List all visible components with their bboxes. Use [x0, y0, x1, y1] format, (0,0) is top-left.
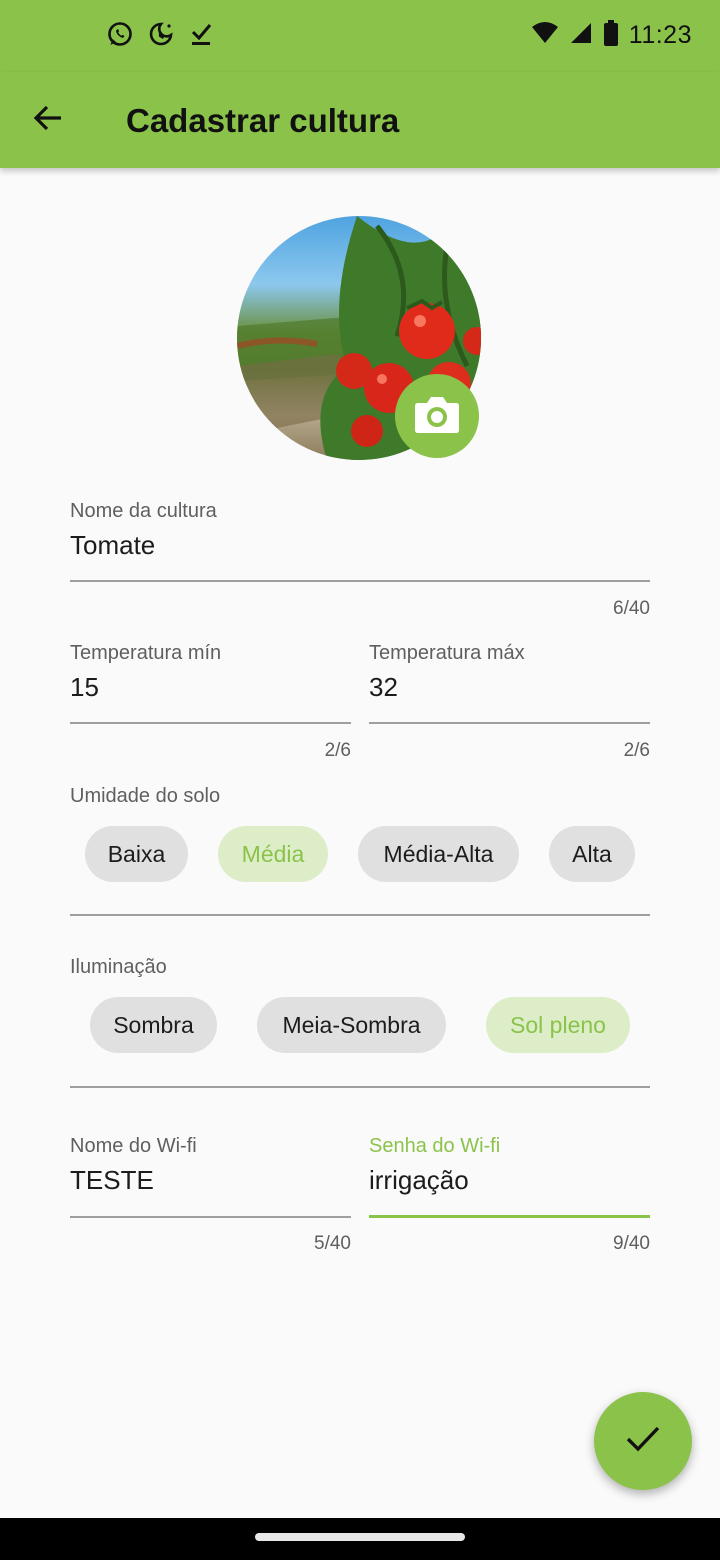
temp-min-field[interactable]: Temperatura mín 15 2/6 [70, 642, 351, 766]
system-status: 11:23 [531, 20, 692, 51]
back-button[interactable] [28, 100, 68, 140]
lighting-label: Iluminação [70, 956, 167, 978]
page-title: Cadastrar cultura [126, 102, 400, 139]
chip-soil-alta[interactable]: Alta [549, 826, 635, 882]
system-nav-bar [0, 1518, 720, 1560]
crop-photo [237, 216, 481, 460]
moon-alarm-icon [148, 20, 174, 53]
wifi-icon [531, 21, 559, 50]
notification-icons [106, 20, 214, 53]
chip-light-sol-pleno[interactable]: Sol pleno [486, 997, 630, 1053]
whatsapp-icon [106, 20, 134, 53]
soil-humidity-divider [70, 914, 650, 916]
temp-min-input[interactable]: 15 [70, 672, 99, 703]
arrow-left-icon [32, 102, 64, 139]
save-button[interactable] [594, 1392, 692, 1490]
check-icon [625, 1425, 661, 1458]
signal-icon [569, 21, 593, 50]
temp-min-label: Temperatura mín [70, 642, 222, 664]
app-bar: Cadastrar cultura [0, 72, 720, 168]
temp-max-field[interactable]: Temperatura máx 32 2/6 [369, 642, 650, 766]
wifi-password-label: Senha do Wi-fi [369, 1135, 501, 1157]
temp-max-counter: 2/6 [623, 740, 650, 761]
chip-soil-baixa[interactable]: Baixa [85, 826, 188, 882]
lighting-divider [70, 1086, 650, 1088]
crop-name-input[interactable]: Tomate [70, 530, 155, 561]
temp-max-label: Temperatura máx [369, 642, 525, 664]
temp-min-underline [70, 722, 351, 724]
wifi-name-field[interactable]: Nome do Wi-fi TESTE 5/40 [70, 1135, 351, 1259]
wifi-password-counter: 9/40 [613, 1233, 650, 1254]
wifi-password-input[interactable]: irrigação [369, 1165, 469, 1196]
camera-icon [414, 394, 460, 439]
battery-icon [603, 20, 619, 51]
chip-soil-media[interactable]: Média [218, 826, 328, 882]
chip-light-sombra[interactable]: Sombra [90, 997, 217, 1053]
crop-name-field[interactable]: Nome da cultura Tomate 6/40 [70, 500, 650, 624]
wifi-name-label: Nome do Wi-fi [70, 1135, 197, 1157]
crop-name-label: Nome da cultura [70, 500, 217, 522]
home-gesture-handle[interactable] [255, 1533, 465, 1541]
chip-light-meia-sombra[interactable]: Meia-Sombra [257, 997, 446, 1053]
crop-name-counter: 6/40 [613, 598, 650, 619]
temp-max-input[interactable]: 32 [369, 672, 398, 703]
wifi-name-input[interactable]: TESTE [70, 1165, 154, 1196]
chip-soil-media-alta[interactable]: Média-Alta [358, 826, 519, 882]
wifi-name-counter: 5/40 [314, 1233, 351, 1254]
soil-humidity-label: Umidade do solo [70, 785, 221, 807]
temp-max-underline [369, 722, 650, 724]
wifi-name-underline [70, 1216, 351, 1218]
temp-min-counter: 2/6 [324, 740, 351, 761]
status-time: 11:23 [628, 21, 692, 49]
change-photo-button[interactable] [395, 374, 479, 458]
status-bar: 11:23 [0, 0, 720, 72]
crop-name-underline [70, 580, 650, 582]
wifi-password-field[interactable]: Senha do Wi-fi irrigação 9/40 [369, 1135, 650, 1259]
wifi-password-underline [369, 1215, 650, 1218]
download-check-icon [188, 20, 214, 53]
